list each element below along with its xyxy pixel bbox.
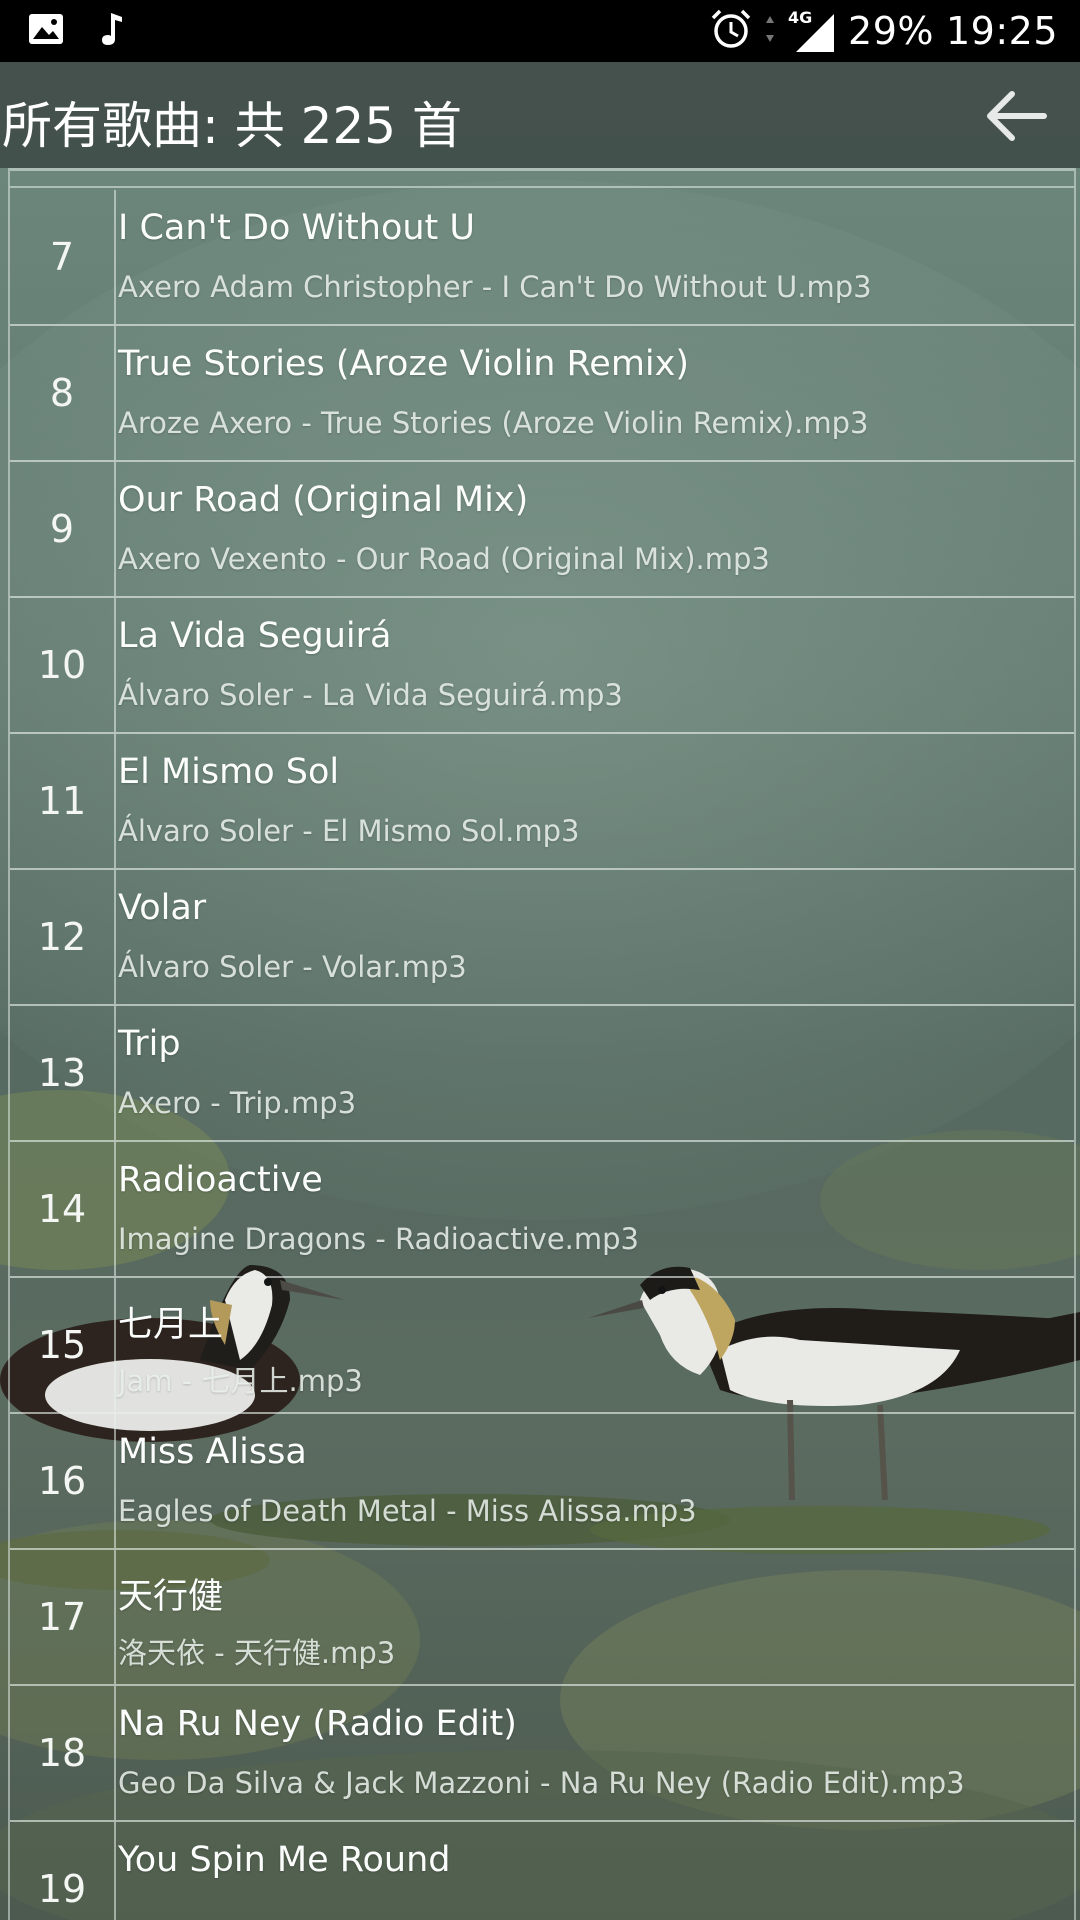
song-index: 17: [37, 1595, 87, 1639]
song-title: Na Ru Ney (Radio Edit): [118, 1704, 517, 1744]
back-arrow-icon: [987, 91, 1047, 141]
music-note-icon: [100, 11, 124, 51]
song-rows: 7 I Can't Do Without U Axero Adam Christ…: [10, 190, 1074, 1920]
image-icon: [28, 13, 64, 49]
song-index: 16: [37, 1459, 87, 1503]
status-right-icons: 4G 29% 19:25: [710, 6, 1058, 56]
song-row-18[interactable]: 18 Na Ru Ney (Radio Edit) Geo Da Silva &…: [10, 1686, 1074, 1822]
status-left-icons: [28, 10, 124, 52]
song-row-15[interactable]: 15 七月上 Jam - 七月上.mp3: [10, 1278, 1074, 1414]
song-filename: Geo Da Silva & Jack Mazzoni - Na Ru Ney …: [118, 1766, 965, 1800]
song-row-12[interactable]: 12 Volar Álvaro Soler - Volar.mp3: [10, 870, 1074, 1006]
alarm-icon: [710, 8, 752, 54]
song-title: Radioactive: [118, 1160, 323, 1200]
song-index: 19: [37, 1867, 87, 1911]
song-title: La Vida Seguirá: [118, 616, 392, 656]
song-index: 12: [37, 915, 87, 959]
song-filename: Axero Adam Christopher - I Can't Do With…: [118, 270, 872, 304]
song-title: 天行健: [118, 1577, 224, 1617]
song-row-16[interactable]: 16 Miss Alissa Eagles of Death Metal - M…: [10, 1414, 1074, 1550]
song-row-17[interactable]: 17 天行健 洛天依 - 天行健.mp3: [10, 1550, 1074, 1686]
song-filename: Álvaro Soler - La Vida Seguirá.mp3: [118, 678, 623, 712]
song-index: 13: [37, 1051, 87, 1095]
song-title: Trip: [118, 1024, 181, 1064]
song-filename: Álvaro Soler - El Mismo Sol.mp3: [118, 814, 580, 848]
song-title: Miss Alissa: [118, 1432, 307, 1472]
song-row-8[interactable]: 8 True Stories (Aroze Violin Remix) Aroz…: [10, 326, 1074, 462]
status-bar: 4G 29% 19:25: [0, 0, 1080, 62]
song-list[interactable]: 7 I Can't Do Without U Axero Adam Christ…: [8, 168, 1076, 1920]
clock: 19:25: [945, 9, 1058, 53]
song-filename: Axero Vexento - Our Road (Original Mix).…: [118, 542, 770, 576]
song-index: 14: [37, 1187, 87, 1231]
song-filename: Álvaro Soler - Volar.mp3: [118, 950, 467, 984]
signal-4g-icon: 4G: [788, 8, 836, 54]
song-filename: Imagine Dragons - Radioactive.mp3: [118, 1222, 640, 1256]
song-row-19[interactable]: 19 You Spin Me Round: [10, 1822, 1074, 1920]
song-index: 8: [49, 371, 75, 415]
song-index: 18: [37, 1731, 87, 1775]
song-index: 15: [37, 1323, 87, 1367]
song-title: Volar: [118, 888, 207, 928]
song-row-14[interactable]: 14 Radioactive Imagine Dragons - Radioac…: [10, 1142, 1074, 1278]
page-title: 所有歌曲: 共 225 首: [2, 97, 462, 155]
song-title: You Spin Me Round: [118, 1840, 451, 1880]
song-title: I Can't Do Without U: [118, 208, 476, 248]
song-filename: Aroze Axero - True Stories (Aroze Violin…: [118, 406, 869, 440]
list-partial-row: [10, 168, 1074, 188]
song-title: 七月上: [118, 1305, 224, 1345]
song-row-9[interactable]: 9 Our Road (Original Mix) Axero Vexento …: [10, 462, 1074, 598]
song-filename: Axero - Trip.mp3: [118, 1086, 357, 1120]
song-title: True Stories (Aroze Violin Remix): [118, 344, 690, 384]
song-filename: 洛天依 - 天行健.mp3: [118, 1636, 396, 1670]
song-filename: Eagles of Death Metal - Miss Alissa.mp3: [118, 1494, 697, 1528]
song-index: 11: [37, 779, 87, 823]
song-row-13[interactable]: 13 Trip Axero - Trip.mp3: [10, 1006, 1074, 1142]
song-index: 9: [49, 507, 75, 551]
data-arrows-icon: [764, 12, 776, 50]
title-bar: 所有歌曲: 共 225 首: [0, 62, 1080, 168]
song-index: 7: [49, 235, 75, 279]
song-row-7[interactable]: 7 I Can't Do Without U Axero Adam Christ…: [10, 190, 1074, 326]
song-title: El Mismo Sol: [118, 752, 340, 792]
back-button[interactable]: [980, 84, 1052, 148]
song-row-10[interactable]: 10 La Vida Seguirá Álvaro Soler - La Vid…: [10, 598, 1074, 734]
battery-percent: 29%: [848, 9, 934, 53]
song-title: Our Road (Original Mix): [118, 480, 529, 520]
song-filename: Jam - 七月上.mp3: [118, 1364, 363, 1398]
song-row-11[interactable]: 11 El Mismo Sol Álvaro Soler - El Mismo …: [10, 734, 1074, 870]
song-index: 10: [37, 643, 87, 687]
